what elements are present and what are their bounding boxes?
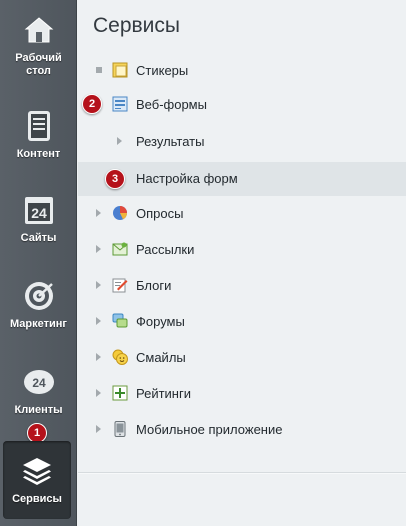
menu-item-smileys[interactable]: Смайлы — [78, 340, 406, 374]
menu-item-form-settings[interactable]: 3 Настройка форм — [78, 162, 406, 196]
rating-icon — [112, 385, 128, 401]
expand-arrow-icon[interactable] — [117, 137, 122, 145]
expand-arrow-icon[interactable] — [96, 389, 101, 397]
menu-item-forums[interactable]: Форумы — [78, 304, 406, 338]
sidebar-item-label: Рабочий стол — [15, 52, 62, 77]
smiley-icon — [112, 349, 128, 365]
cloud-24-icon: 24 — [23, 366, 55, 398]
services-panel: Сервисы Стикеры 2 Веб-формы Результаты 3… — [78, 0, 406, 526]
menu-item-mailings[interactable]: Рассылки — [78, 232, 406, 266]
pie-chart-icon — [112, 205, 128, 221]
sidebar-item-label: Сайты — [20, 232, 57, 244]
sidebar-item-services[interactable]: Сервисы — [3, 441, 71, 519]
menu-item-mobile-app[interactable]: Мобильное приложение — [78, 412, 406, 446]
menu-item-polls[interactable]: Опросы — [78, 196, 406, 230]
page-title: Сервисы — [93, 14, 181, 37]
menu-item-label: Результаты — [136, 134, 205, 149]
svg-text:24: 24 — [32, 376, 46, 390]
sidebar-item-marketing[interactable]: Маркетинг — [0, 266, 77, 350]
step-badge-2: 2 — [82, 94, 102, 114]
expand-arrow-icon[interactable] — [96, 425, 101, 433]
layers-icon — [21, 455, 53, 487]
step-badge-3: 3 — [105, 169, 125, 189]
mail-icon — [112, 241, 128, 257]
bullet-icon — [96, 67, 102, 73]
menu-item-label: Веб-формы — [136, 97, 207, 112]
mobile-icon — [112, 421, 128, 437]
divider — [78, 473, 406, 474]
menu-item-label: Блоги — [136, 278, 172, 293]
blog-icon — [112, 277, 128, 293]
menu-item-ratings[interactable]: Рейтинги — [78, 376, 406, 410]
menu-item-webforms[interactable]: 2 Веб-формы — [78, 87, 406, 121]
menu-item-results[interactable]: Результаты — [78, 124, 406, 158]
expand-arrow-icon[interactable] — [96, 209, 101, 217]
sidebar-item-label: Контент — [16, 148, 61, 160]
menu-item-label: Стикеры — [136, 63, 189, 78]
home-icon — [23, 14, 55, 46]
document-icon — [23, 110, 55, 142]
sidebar-item-label: Сервисы — [12, 493, 62, 505]
sidebar-item-content[interactable]: Контент — [0, 96, 77, 180]
menu-item-label: Рассылки — [136, 242, 195, 257]
step-badge-1: 1 — [27, 423, 47, 443]
menu-item-label: Форумы — [136, 314, 185, 329]
forum-icon — [112, 313, 128, 329]
menu-item-label: Опросы — [136, 206, 184, 221]
calendar-24-icon: 24 — [23, 194, 55, 226]
sidebar-item-sites[interactable]: 24 Сайты — [0, 180, 77, 264]
sidebar-item-label: Маркетинг — [10, 318, 67, 330]
expand-arrow-icon[interactable] — [96, 245, 101, 253]
webform-icon — [112, 96, 128, 112]
sticker-icon — [112, 62, 128, 78]
left-sidebar: Рабочий стол Контент 24 Сайты Маркетинг … — [0, 0, 77, 526]
sidebar-item-desktop[interactable]: Рабочий стол — [0, 0, 77, 84]
sidebar-item-label: Клиенты — [14, 404, 63, 416]
expand-arrow-icon[interactable] — [96, 281, 101, 289]
svg-text:24: 24 — [31, 205, 47, 221]
expand-arrow-icon[interactable] — [96, 317, 101, 325]
expand-arrow-icon[interactable] — [96, 353, 101, 361]
menu-item-label: Смайлы — [136, 350, 186, 365]
menu-item-label: Рейтинги — [136, 386, 191, 401]
menu-item-label: Мобильное приложение — [136, 422, 283, 437]
target-icon — [23, 280, 55, 312]
menu-item-label: Настройка форм — [136, 171, 238, 186]
menu-item-stickers[interactable]: Стикеры — [78, 53, 406, 87]
menu-item-blogs[interactable]: Блоги — [78, 268, 406, 302]
